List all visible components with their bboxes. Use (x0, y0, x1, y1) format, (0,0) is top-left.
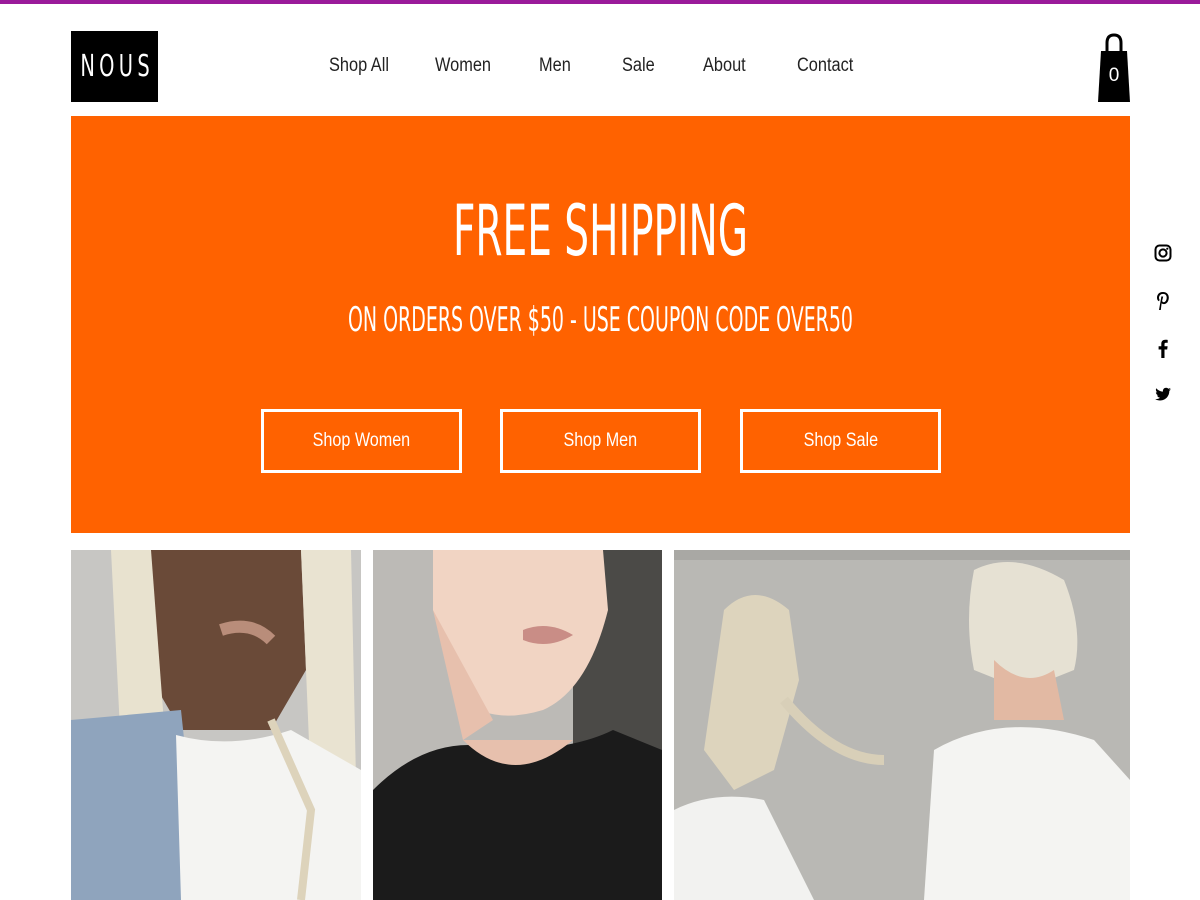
photo-man-blond-image (373, 550, 662, 900)
facebook-link[interactable] (1150, 334, 1176, 360)
photo-two-models-image (674, 550, 1130, 900)
promo-subline: ON ORDERS OVER $50 - USE COUPON CODE OVE… (348, 300, 853, 340)
nav-item-contact[interactable]: Contact (797, 55, 853, 77)
photo-man-blond[interactable] (373, 550, 662, 900)
photo-two-models[interactable] (674, 550, 1130, 900)
shop-women-label: Shop Women (312, 430, 411, 451)
instagram-icon (1154, 244, 1172, 262)
cart-button[interactable]: 0 (1097, 31, 1131, 103)
photo-woman-braids[interactable] (71, 550, 361, 900)
nav-item-sale[interactable]: Sale (622, 55, 655, 77)
nav-item-shop-all[interactable]: Shop All (329, 55, 389, 77)
instagram-link[interactable] (1150, 240, 1176, 266)
pinterest-link[interactable] (1150, 287, 1176, 313)
pinterest-icon (1157, 292, 1169, 310)
nav-item-women[interactable]: Women (435, 55, 491, 77)
photo-woman-braids-image (71, 550, 361, 900)
shop-women-button[interactable]: Shop Women (261, 409, 462, 473)
nav-item-men[interactable]: Men (539, 55, 571, 77)
twitter-link[interactable] (1150, 381, 1176, 407)
promo-headline: FREE SHIPPING (452, 190, 749, 272)
shop-sale-label: Shop Sale (803, 430, 878, 451)
top-accent-strip (0, 0, 1200, 4)
main-nav: Shop All Women Men Sale About Contact (0, 55, 1200, 83)
shop-men-button[interactable]: Shop Men (500, 409, 701, 473)
social-bar (1150, 240, 1176, 428)
promo-banner: FREE SHIPPING ON ORDERS OVER $50 - USE C… (71, 116, 1130, 533)
shop-men-label: Shop Men (563, 430, 638, 451)
nav-item-about[interactable]: About (703, 55, 746, 77)
facebook-icon (1158, 339, 1168, 358)
twitter-icon (1155, 387, 1171, 401)
cart-count: 0 (1108, 65, 1120, 86)
shop-sale-button[interactable]: Shop Sale (740, 409, 941, 473)
